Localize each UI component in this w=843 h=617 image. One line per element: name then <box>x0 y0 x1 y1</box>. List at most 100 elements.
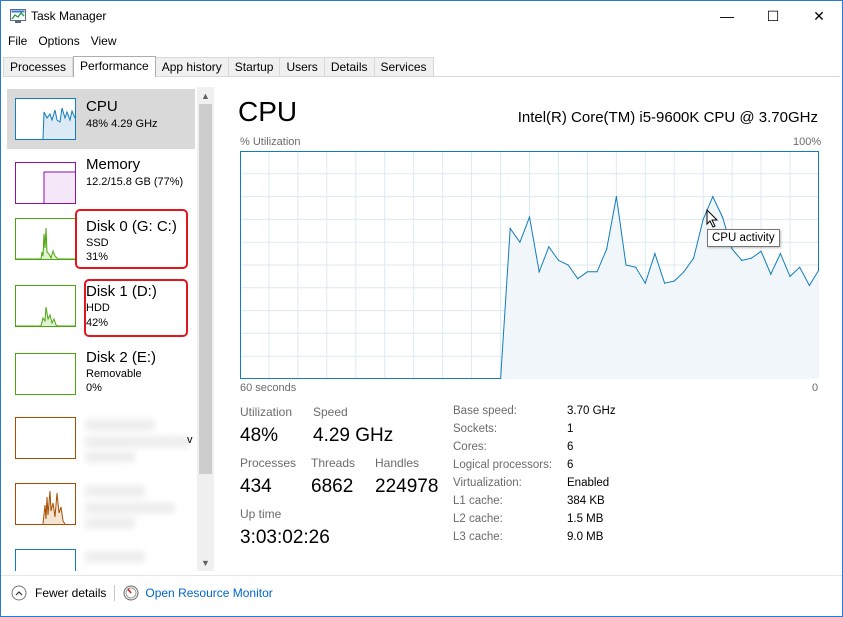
cores-value: 6 <box>567 441 574 453</box>
disk-0-thumbnail-graph <box>15 218 76 260</box>
blurred-thumbnail-graph <box>15 549 76 571</box>
cpu-thumbnail-graph <box>15 98 76 140</box>
resource-monitor-icon <box>123 585 139 601</box>
cpu-data-point <box>808 284 811 287</box>
footer-bar: Fewer details Open Resource Monitor <box>11 584 273 602</box>
blurred-usage <box>85 451 135 463</box>
scroll-down-arrow-icon[interactable]: ▼ <box>197 554 214 571</box>
cpu-data-point <box>567 264 569 266</box>
cpu-model-name: Intel(R) Core(TM) i5-9600K CPU @ 3.70GHz <box>517 109 818 126</box>
sidebar-item-memory-detail: 12.2/15.8 GB (77%) <box>86 176 184 188</box>
l3-cache-value: 9.0 MB <box>567 531 604 543</box>
title-bar[interactable]: Task Manager — ☐ ✕ <box>1 1 842 31</box>
cpu-data-point <box>509 227 511 230</box>
cpu-data-point <box>760 250 762 252</box>
handles-label: Handles <box>375 456 420 470</box>
speed-label: Speed <box>313 405 348 419</box>
tooltip-cpu-activity: CPU activity <box>707 229 780 247</box>
open-resource-monitor-link[interactable]: Open Resource Monitor <box>145 586 272 600</box>
speed-value: 4.29 GHz <box>313 425 394 446</box>
cpu-utilization-graph <box>240 151 819 379</box>
minimize-button[interactable]: — <box>704 1 750 31</box>
sidebar-item-blurred-2[interactable] <box>7 475 195 535</box>
processes-value: 434 <box>240 476 272 497</box>
menu-view[interactable]: View <box>84 32 121 52</box>
blurred-detail <box>85 436 190 448</box>
logical-processors-value: 6 <box>567 459 574 471</box>
cpu-data-point <box>693 257 695 259</box>
cpu-data-point <box>586 271 588 273</box>
l1-cache-value: 384 KB <box>567 495 605 507</box>
blurred-partial-char: v <box>187 434 193 446</box>
menu-options[interactable]: Options <box>31 32 83 52</box>
highlight-box-disk-1 <box>84 279 188 337</box>
blurred-thumbnail-graph <box>15 483 76 525</box>
footer-separator <box>114 585 116 601</box>
minimize-icon: — <box>720 8 734 24</box>
logical-processors-label: Logical processors: <box>453 459 553 471</box>
cores-label: Cores: <box>453 441 487 453</box>
task-manager-window: Task Manager — ☐ ✕ File Options View Pro… <box>0 0 843 617</box>
maximize-button[interactable]: ☐ <box>750 1 796 31</box>
maximize-icon: ☐ <box>766 7 780 24</box>
l2-cache-value: 1.5 MB <box>567 513 604 525</box>
page-title: CPU <box>238 96 298 127</box>
graph-y-axis-label: % Utilization <box>240 136 301 148</box>
tab-details[interactable]: Details <box>324 57 375 77</box>
utilization-label: Utilization <box>240 405 293 419</box>
fewer-details-button[interactable]: Fewer details <box>35 586 106 600</box>
tab-processes[interactable]: Processes <box>3 57 74 77</box>
handles-value: 224978 <box>375 476 439 497</box>
graph-x-axis-right-label: 0 <box>812 382 819 394</box>
sockets-value: 1 <box>567 423 574 435</box>
tab-startup[interactable]: Startup <box>228 57 281 77</box>
cpu-data-point <box>673 280 675 282</box>
sidebar-item-memory[interactable]: Memory 12.2/15.8 GB (77%) <box>7 149 195 209</box>
uptime-label: Up time <box>240 507 282 521</box>
sidebar-item-disk-2[interactable]: Disk 2 (E:) Removable 0% <box>7 343 195 403</box>
sidebar-scrollbar[interactable]: ▲ ▼ <box>197 87 214 571</box>
virtualization-label: Virtualization: <box>453 477 522 489</box>
disk-2-thumbnail-graph <box>15 353 76 395</box>
window-title: Task Manager <box>31 9 107 23</box>
cpu-data-point <box>519 241 521 243</box>
cpu-data-point <box>596 271 598 273</box>
menu-file[interactable]: File <box>1 32 31 52</box>
memory-thumbnail-graph <box>15 162 76 204</box>
tab-bar: Processes Performance App history Startu… <box>3 56 434 77</box>
sockets-label: Sockets: <box>453 423 498 435</box>
cpu-data-point <box>577 278 579 280</box>
graph-x-axis-left-label: 60 seconds <box>240 382 297 394</box>
disk-1-thumbnail-graph <box>15 285 76 327</box>
sidebar-item-cpu[interactable]: CPU 48% 4.29 GHz <box>7 89 195 149</box>
cpu-data-point <box>741 259 743 261</box>
cpu-data-point <box>721 216 724 218</box>
processes-label: Processes <box>240 456 297 470</box>
l3-cache-label: L3 cache: <box>453 531 503 543</box>
scrollbar-thumb[interactable] <box>199 104 212 474</box>
cpu-data-point <box>770 273 772 275</box>
cpu-data-point <box>625 264 627 266</box>
blurred-thumbnail-graph <box>15 417 76 459</box>
tab-users[interactable]: Users <box>280 57 325 77</box>
tab-services[interactable]: Services <box>374 57 434 77</box>
cpu-data-point <box>557 259 560 261</box>
scroll-up-arrow-icon[interactable]: ▲ <box>197 87 214 104</box>
sidebar-item-disk-2-usage: 0% <box>86 382 102 394</box>
uptime-value: 3:03:02:26 <box>240 527 330 548</box>
cpu-data-point <box>538 271 540 273</box>
close-button[interactable]: ✕ <box>796 1 842 31</box>
blurred-usage <box>85 517 135 529</box>
tab-performance[interactable]: Performance <box>73 56 156 77</box>
chevron-up-circle-icon[interactable] <box>11 585 27 601</box>
cpu-data-point <box>654 253 656 255</box>
tab-app-history[interactable]: App history <box>155 57 229 77</box>
virtualization-value: Enabled <box>567 477 610 489</box>
cpu-data-point <box>731 248 733 250</box>
resource-sidebar: CPU 48% 4.29 GHz Memory 12.2/15.8 GB (77… <box>7 87 195 571</box>
sidebar-item-blurred-3[interactable] <box>7 541 195 571</box>
sidebar-item-blurred-1[interactable]: v <box>7 409 195 469</box>
cpu-data-point <box>750 257 752 259</box>
cpu-data-point <box>712 196 714 198</box>
blurred-label <box>85 551 145 563</box>
